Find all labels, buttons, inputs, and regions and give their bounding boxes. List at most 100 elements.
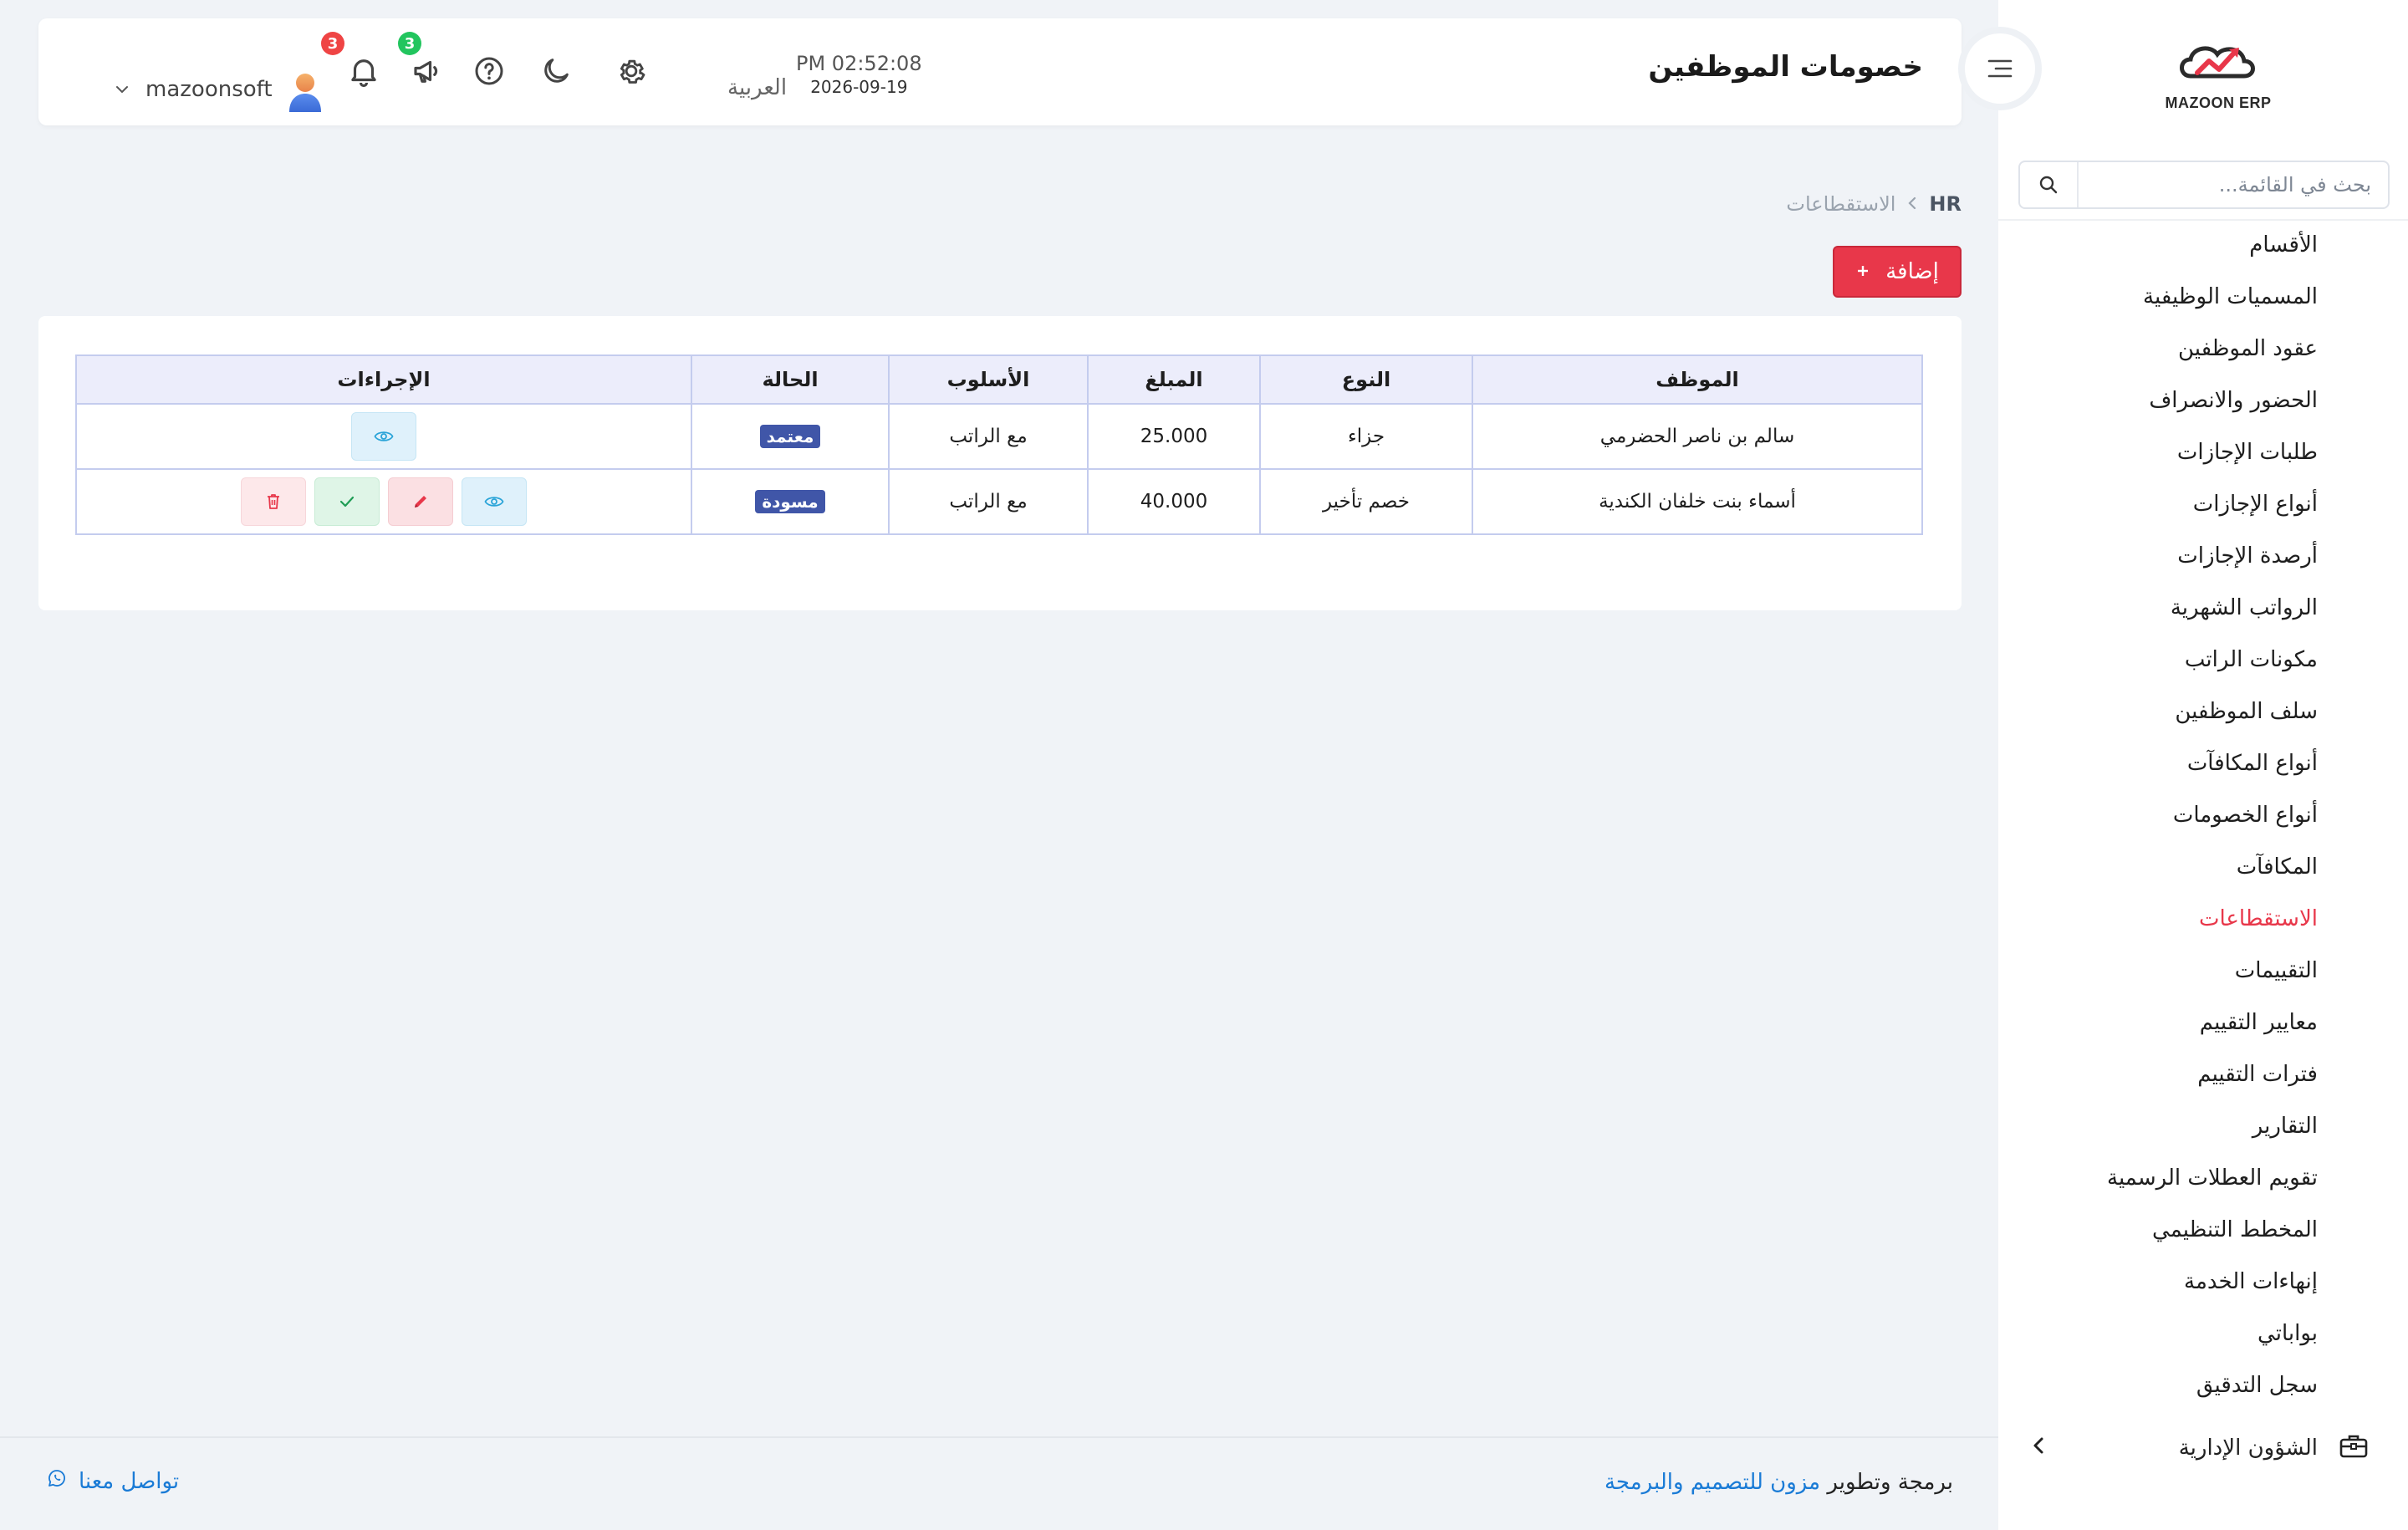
notifications-badge: 3 bbox=[321, 32, 344, 55]
eye-icon bbox=[484, 497, 504, 507]
cell-status: معتمد bbox=[691, 403, 890, 470]
sidebar-item-monthly-salaries[interactable]: الرواتب الشهرية bbox=[2107, 589, 2318, 640]
cell-employee: أسماء بنت خلفان الكندية bbox=[1472, 468, 1923, 535]
deductions-table: الموظف النوع المبلغ الأسلوب الحالة الإجر… bbox=[75, 354, 1923, 535]
language-switch[interactable]: العربية bbox=[727, 75, 787, 100]
sidebar-item-bonuses[interactable]: المكافآت bbox=[2107, 848, 2318, 900]
sidebar-item-leave-types[interactable]: أنواع الإجازات bbox=[2107, 485, 2318, 537]
clock-time: PM 02:52:08 bbox=[796, 52, 922, 75]
col-amount[interactable]: المبلغ bbox=[1087, 354, 1261, 405]
contact-us-link[interactable]: تواصل معنا bbox=[47, 1468, 179, 1494]
cell-type: جزاء bbox=[1259, 403, 1473, 470]
cell-method: مع الراتب bbox=[888, 468, 1089, 535]
col-employee[interactable]: الموظف bbox=[1472, 354, 1923, 405]
cell-type: خصم تأخير bbox=[1259, 468, 1473, 535]
deductions-card: الموظف النوع المبلغ الأسلوب الحالة الإجر… bbox=[38, 316, 1962, 610]
username: mazoonsoft bbox=[145, 77, 273, 102]
sidebar-item-contracts[interactable]: عقود الموظفين bbox=[2107, 329, 2318, 381]
dark-mode-moon-icon[interactable] bbox=[535, 50, 577, 92]
row-actions bbox=[77, 412, 691, 461]
sidebar-item-audit-log[interactable]: سجل التدقيق bbox=[2107, 1366, 2318, 1418]
plus-icon bbox=[1855, 259, 1870, 284]
status-badge: مسودة bbox=[755, 490, 825, 513]
col-actions: الإجراءات bbox=[75, 354, 692, 405]
table-row: أسماء بنت خلفان الكندية خصم تأخير 40.000… bbox=[75, 468, 1923, 535]
cell-amount: 25.000 bbox=[1087, 403, 1261, 470]
page-title: خصومات الموظفين bbox=[1648, 50, 1923, 84]
sidebar-search bbox=[2018, 161, 2390, 209]
logo-mark-icon bbox=[2180, 45, 2255, 78]
footer-credit-prefix: برمجة وتطوير bbox=[1827, 1470, 1953, 1495]
footer-credit: برمجة وتطوير مزون للتصميم والبرمجة bbox=[1604, 1470, 1953, 1495]
view-button[interactable] bbox=[351, 412, 416, 461]
status-badge: معتمد bbox=[759, 425, 821, 448]
approve-button[interactable] bbox=[314, 477, 380, 526]
sidebar-item-employee-advances[interactable]: سلف الموظفين bbox=[2107, 692, 2318, 744]
cell-employee: سالم بن ناصر الحضرمي bbox=[1472, 403, 1923, 470]
footer-divider bbox=[0, 1436, 1998, 1438]
cell-actions bbox=[75, 403, 692, 470]
chevron-left-icon[interactable] bbox=[2030, 1436, 2047, 1461]
sidebar-item-reports[interactable]: التقارير bbox=[2107, 1107, 2318, 1159]
footer-credit-link[interactable]: مزون للتصميم والبرمجة bbox=[1604, 1470, 1820, 1495]
eye-icon bbox=[374, 431, 394, 441]
delete-button[interactable] bbox=[241, 477, 306, 526]
add-button-label: إضافة bbox=[1885, 259, 1939, 284]
sidebar-item-job-titles[interactable]: المسميات الوظيفية bbox=[2107, 278, 2318, 329]
trash-icon bbox=[268, 494, 279, 509]
col-type[interactable]: النوع bbox=[1259, 354, 1473, 405]
announcements-megaphone-icon[interactable] bbox=[406, 50, 448, 92]
user-avatar[interactable] bbox=[283, 70, 328, 115]
sidebar-item-org-chart[interactable]: المخطط التنظيمي bbox=[2107, 1211, 2318, 1262]
briefcase-icon bbox=[2339, 1433, 2368, 1464]
sidebar-group-label: الشؤون الإدارية bbox=[2178, 1436, 2318, 1461]
cell-method: مع الراتب bbox=[888, 403, 1089, 470]
sidebar-item-leave-balances[interactable]: أرصدة الإجازات bbox=[2107, 537, 2318, 589]
sidebar-item-deductions[interactable]: الاستقطاعات bbox=[2107, 900, 2318, 951]
sidebar-search-input[interactable] bbox=[2079, 162, 2388, 207]
sidebar-item-evaluation-criteria[interactable]: معايير التقييم bbox=[2107, 1003, 2318, 1055]
sidebar-item-evaluation-periods[interactable]: فترات التقييم bbox=[2107, 1055, 2318, 1107]
sidebar-divider bbox=[1998, 219, 2408, 221]
logo-text: MAZOON ERP bbox=[2165, 94, 2272, 111]
col-method[interactable]: الأسلوب bbox=[888, 354, 1089, 405]
breadcrumb-current: الاستقطاعات bbox=[1786, 192, 1896, 216]
table-header-row: الموظف النوع المبلغ الأسلوب الحالة الإجر… bbox=[75, 354, 1923, 405]
cell-status: مسودة bbox=[691, 468, 890, 535]
sidebar-toggle-button[interactable] bbox=[1965, 33, 2035, 104]
sidebar-item-leave-requests[interactable]: طلبات الإجازات bbox=[2107, 433, 2318, 485]
sidebar-group-admin-affairs[interactable]: الشؤون الإدارية bbox=[2030, 1428, 2368, 1468]
pencil-icon bbox=[415, 496, 426, 507]
breadcrumb-root[interactable]: HR bbox=[1929, 192, 1962, 216]
sidebar-item-evaluations[interactable]: التقييمات bbox=[2107, 951, 2318, 1003]
sidebar-item-attendance[interactable]: الحضور والانصراف bbox=[2107, 381, 2318, 433]
cell-actions bbox=[75, 468, 692, 535]
settings-gear-icon[interactable] bbox=[610, 50, 652, 92]
logo[interactable]: MAZOON ERP bbox=[2155, 33, 2281, 117]
clock-date: 2026-09-19 bbox=[810, 77, 908, 97]
add-button[interactable]: إضافة bbox=[1833, 246, 1962, 298]
breadcrumb: HR الاستقطاعات bbox=[1786, 192, 1962, 216]
col-status[interactable]: الحالة bbox=[691, 354, 890, 405]
clock: PM 02:52:08 2026-09-19 bbox=[796, 52, 922, 97]
announcements-badge: 3 bbox=[398, 32, 421, 55]
sidebar-item-deduction-types[interactable]: أنواع الخصومات bbox=[2107, 796, 2318, 848]
sidebar-menu: الأقسام المسميات الوظيفية عقود الموظفين … bbox=[2107, 226, 2318, 1418]
sidebar: MAZOON ERP الأقسام المسميات الوظيفية عقو… bbox=[1998, 0, 2408, 1530]
edit-button[interactable] bbox=[388, 477, 453, 526]
help-icon[interactable] bbox=[468, 50, 510, 92]
user-menu[interactable]: mazoonsoft bbox=[115, 69, 273, 110]
sidebar-item-my-portals[interactable]: بواباتي bbox=[2107, 1314, 2318, 1366]
sidebar-item-terminations[interactable]: إنهاءات الخدمة bbox=[2107, 1262, 2318, 1314]
cell-amount: 40.000 bbox=[1087, 468, 1261, 535]
notifications-bell-icon[interactable] bbox=[343, 50, 385, 92]
sidebar-item-bonus-types[interactable]: أنواع المكافآت bbox=[2107, 744, 2318, 796]
top-header: خصومات الموظفين PM 02:52:08 2026-09-19 ا… bbox=[38, 18, 1962, 125]
sidebar-item-departments[interactable]: الأقسام bbox=[2107, 226, 2318, 278]
sidebar-item-salary-components[interactable]: مكونات الراتب bbox=[2107, 640, 2318, 692]
breadcrumb-separator-icon bbox=[1907, 192, 1917, 216]
search-icon[interactable] bbox=[2020, 162, 2079, 207]
table-row: سالم بن ناصر الحضرمي جزاء 25.000 مع الرا… bbox=[75, 403, 1923, 470]
view-button[interactable] bbox=[462, 477, 527, 526]
sidebar-item-holidays-calendar[interactable]: تقويم العطلات الرسمية bbox=[2107, 1159, 2318, 1211]
